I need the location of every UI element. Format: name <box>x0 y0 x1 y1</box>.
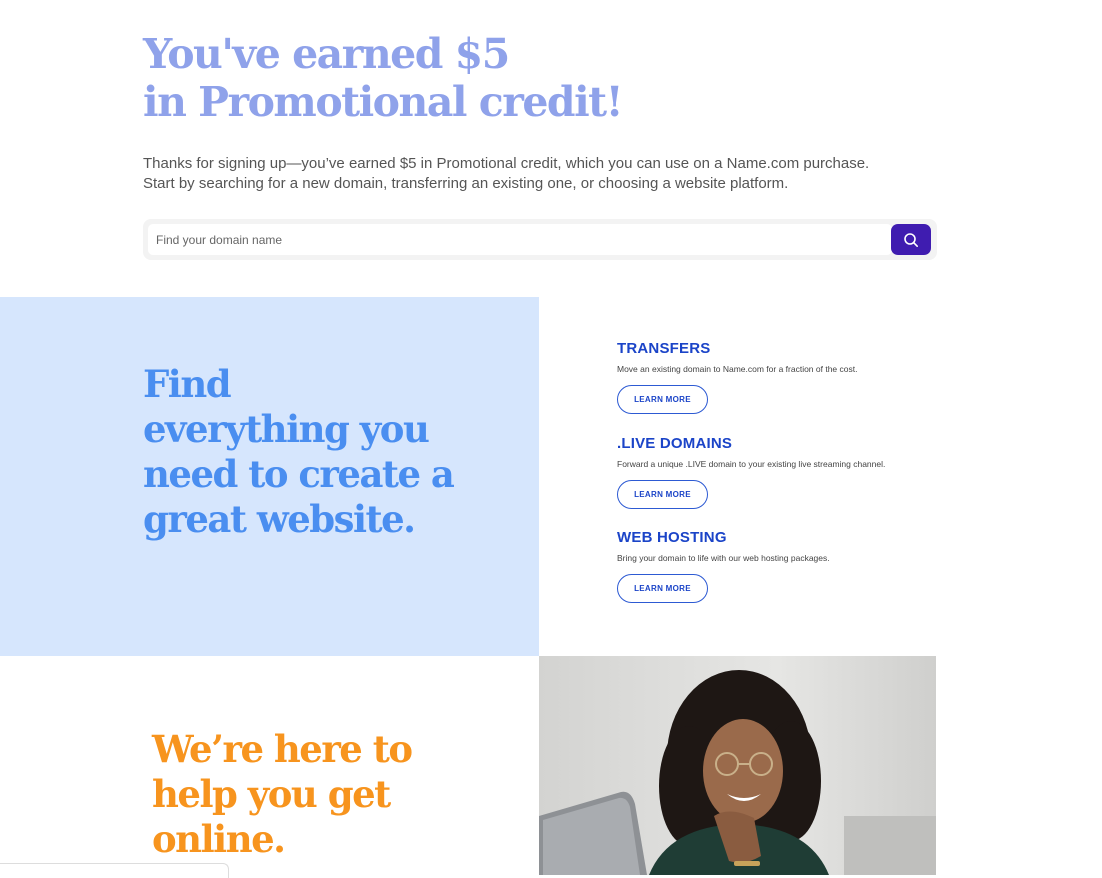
help-heading-line: help you get <box>152 772 391 816</box>
help-heading-line: online. <box>152 817 286 861</box>
transfers-learn-more-button[interactable]: LEARN MORE <box>617 385 708 414</box>
domain-search-button[interactable] <box>891 224 931 255</box>
search-icon <box>904 232 918 247</box>
hero-title-line-2: in Promotional credit! <box>143 78 624 126</box>
feature-title: .LIVE DOMAINS <box>617 435 733 452</box>
domain-search-bar <box>143 219 937 260</box>
smiling-woman-photo <box>539 656 936 875</box>
hero-subtitle-line-2: Start by searching for a new domain, tra… <box>143 175 789 192</box>
hero-subtitle: Thanks for signing up—you’ve earned $5 i… <box>143 154 933 194</box>
features-heading-line: Find <box>143 362 232 406</box>
features-heading-line: need to create a <box>143 452 455 496</box>
domain-search-input[interactable] <box>148 224 892 255</box>
feature-live-domains: .LIVE DOMAINS Forward a unique .LIVE dom… <box>617 435 957 509</box>
help-heading: We’re here to help you get online. <box>152 727 512 862</box>
hero-subtitle-line-1: Thanks for signing up—you’ve earned $5 i… <box>143 155 870 172</box>
feature-description: Move an existing domain to Name.com for … <box>617 364 858 374</box>
photo-illustration <box>539 656 936 875</box>
feature-description: Bring your domain to life with our web h… <box>617 553 830 563</box>
help-heading-line: We’re here to <box>152 727 413 771</box>
live-domains-learn-more-button[interactable]: LEARN MORE <box>617 480 708 509</box>
web-hosting-learn-more-button[interactable]: LEARN MORE <box>617 574 708 603</box>
features-heading-line: everything you <box>143 407 430 451</box>
hero-title-line-1: You've earned $5 <box>143 30 510 78</box>
hero-title: You've earned $5 in Promotional credit! <box>143 30 943 126</box>
feature-transfers: TRANSFERS Move an existing domain to Nam… <box>617 340 957 414</box>
feature-title: WEB HOSTING <box>617 529 727 546</box>
feature-description: Forward a unique .LIVE domain to your ex… <box>617 459 886 469</box>
bottom-panel-edge <box>0 863 229 878</box>
features-heading-line: great website. <box>143 497 416 541</box>
features-heading: Find everything you need to create a gre… <box>143 362 503 542</box>
hero: You've earned $5 in Promotional credit! <box>143 30 943 126</box>
feature-title: TRANSFERS <box>617 340 711 357</box>
feature-web-hosting: WEB HOSTING Bring your domain to life wi… <box>617 529 957 603</box>
